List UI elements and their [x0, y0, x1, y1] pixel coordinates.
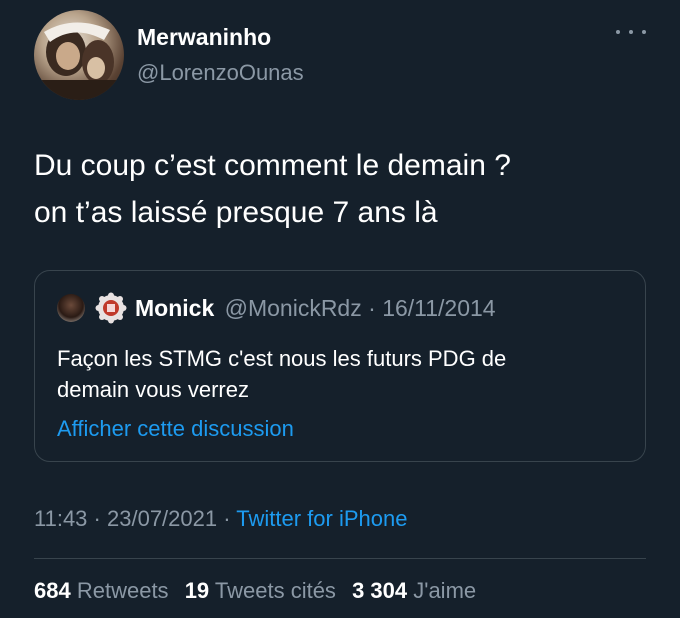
quoted-author-handle[interactable]: @MonickRdz — [225, 295, 362, 321]
likes-stat[interactable]: 3 304 J'aime — [352, 578, 476, 603]
tweet-time[interactable]: 11:43 — [34, 506, 87, 531]
tweet-meta: 11:43 · 23/07/2021 · Twitter for iPhone — [34, 506, 407, 532]
profile-photo-icon — [34, 22, 124, 100]
quoted-date: 16/11/2014 — [382, 295, 496, 321]
divider — [34, 558, 646, 559]
quoted-text: Façon les STMG c'est nous les futurs PDG… — [57, 343, 627, 405]
show-thread-link[interactable]: Afficher cette discussion — [57, 416, 294, 442]
quoted-text-line: Façon les STMG c'est nous les futurs PDG… — [57, 346, 507, 371]
tweet-stats: 684 Retweets 19 Tweets cités 3 304 J'aim… — [34, 578, 486, 604]
retweets-stat[interactable]: 684 Retweets — [34, 578, 169, 603]
retweets-label: Retweets — [76, 578, 169, 603]
tweet-text-line: on t’as laissé presque 7 ans là — [34, 196, 438, 229]
author-handle[interactable]: @LorenzoOunas — [137, 60, 304, 86]
tweet-text: Du coup c’est comment le demain ? on t’a… — [34, 142, 654, 236]
quotes-count: 19 — [184, 578, 210, 603]
separator: · — [368, 295, 376, 321]
likes-count: 3 304 — [352, 578, 408, 603]
dot — [616, 30, 620, 34]
dot — [642, 30, 646, 34]
tweet-text-line: Du coup c’est comment le demain ? — [34, 149, 511, 182]
author-name[interactable]: Merwaninho — [137, 24, 271, 51]
quote-tweets-stat[interactable]: 19 Tweets cités — [185, 578, 336, 603]
author-avatar[interactable] — [34, 10, 124, 100]
badge-icon — [95, 292, 127, 324]
quoted-meta: Monick @MonickRdz · 16/11/2014 — [135, 295, 496, 322]
tweet-source-link[interactable]: Twitter for iPhone — [236, 506, 407, 531]
likes-label: J'aime — [413, 578, 477, 603]
more-options-icon[interactable] — [616, 22, 646, 42]
tweet-date[interactable]: 23/07/2021 — [107, 506, 217, 531]
retweets-count: 684 — [34, 578, 71, 603]
separator: · — [93, 506, 101, 531]
separator: · — [223, 506, 231, 531]
quoted-author-avatar[interactable] — [57, 294, 85, 322]
quoted-author-name[interactable]: Monick — [135, 295, 214, 321]
quoted-tweet[interactable]: Monick @MonickRdz · 16/11/2014 Façon les… — [34, 270, 646, 462]
tweet-detail: Merwaninho @LorenzoOunas Du coup c’est c… — [0, 0, 680, 618]
quoted-text-line: demain vous verrez — [57, 377, 249, 402]
dot — [629, 30, 633, 34]
quotes-label: Tweets cités — [214, 578, 336, 603]
